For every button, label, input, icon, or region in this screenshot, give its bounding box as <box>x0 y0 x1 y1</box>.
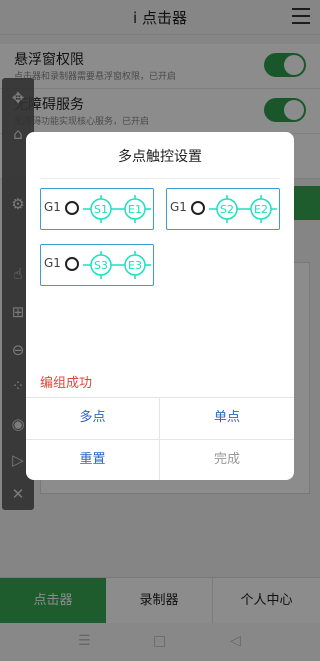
start-marker[interactable]: S1 <box>90 195 112 223</box>
end-marker[interactable]: E2 <box>250 195 272 223</box>
end-marker[interactable]: E3 <box>124 251 146 279</box>
group-radio[interactable] <box>65 257 79 271</box>
end-label: E3 <box>128 259 142 272</box>
group-label: G1 <box>170 200 187 214</box>
start-marker[interactable]: S3 <box>90 251 112 279</box>
start-label: S1 <box>94 203 108 216</box>
dialog-title: 多点触控设置 <box>118 149 202 165</box>
multi-point-button[interactable]: 多点 <box>26 397 159 439</box>
touch-group[interactable]: G1 S1 E1 <box>40 188 154 230</box>
done-button[interactable]: 完成 <box>160 439 294 480</box>
group-markers: S2 E2 <box>209 195 277 223</box>
status-message: 编组成功 <box>40 376 93 391</box>
start-marker[interactable]: S2 <box>216 195 238 223</box>
reset-button[interactable]: 重置 <box>26 439 159 480</box>
multi-touch-dialog: 多点触控设置 G1 S1 E1 G1 S2 E2 G1 S3 E3 编组成功 多… <box>26 132 294 480</box>
end-label: E1 <box>128 203 142 216</box>
group-markers: S1 E1 <box>83 195 151 223</box>
touch-group[interactable]: G1 S2 E2 <box>166 188 280 230</box>
start-label: S2 <box>220 203 234 216</box>
divider <box>40 178 280 179</box>
end-marker[interactable]: E1 <box>124 195 146 223</box>
group-radio[interactable] <box>65 201 79 215</box>
single-point-button[interactable]: 单点 <box>160 397 294 439</box>
group-markers: S3 E3 <box>83 251 151 279</box>
end-label: E2 <box>254 203 268 216</box>
group-radio[interactable] <box>191 201 205 215</box>
touch-group[interactable]: G1 S3 E3 <box>40 244 154 286</box>
group-label: G1 <box>44 256 61 270</box>
start-label: S3 <box>94 259 108 272</box>
group-label: G1 <box>44 200 61 214</box>
